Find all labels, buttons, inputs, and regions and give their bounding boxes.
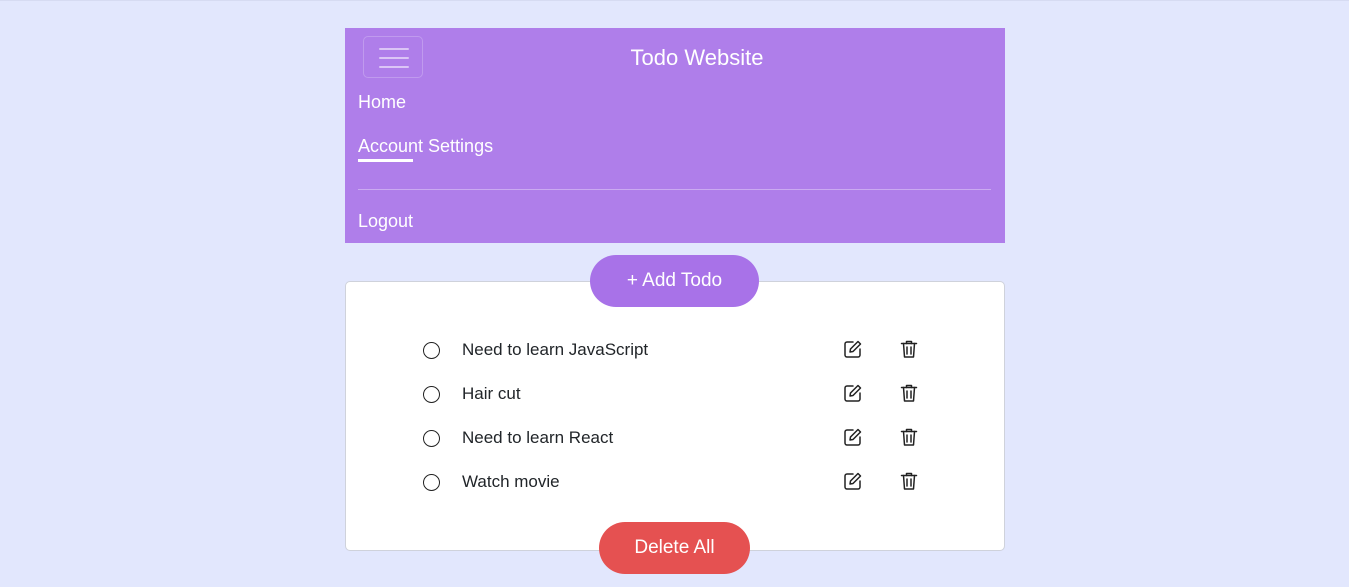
circle-icon[interactable] — [423, 386, 440, 403]
circle-icon[interactable] — [423, 474, 440, 491]
nav-divider — [358, 189, 991, 190]
nav-link-account-settings[interactable]: Account Settings — [358, 136, 493, 157]
todo-item: Need to learn React — [420, 424, 920, 454]
todo-list-card — [345, 281, 1005, 551]
todo-text: Watch movie — [462, 472, 560, 491]
circle-icon[interactable] — [423, 430, 440, 447]
trash-icon[interactable] — [899, 471, 919, 496]
edit-icon[interactable] — [843, 471, 863, 496]
active-link-underline — [358, 159, 413, 162]
nav-link-logout[interactable]: Logout — [358, 211, 413, 232]
nav-link-home[interactable]: Home — [358, 92, 406, 113]
trash-icon[interactable] — [899, 383, 919, 408]
todo-text: Need to learn JavaScript — [462, 340, 649, 359]
edit-icon[interactable] — [843, 427, 863, 452]
edit-icon[interactable] — [843, 339, 863, 364]
todo-item: Need to learn JavaScript — [420, 336, 920, 366]
todo-text: Hair cut — [462, 384, 521, 403]
brand-title[interactable]: Todo Website — [345, 45, 1049, 71]
top-divider — [0, 0, 1349, 1]
delete-all-button[interactable]: Delete All — [599, 522, 750, 574]
todo-text: Need to learn React — [462, 428, 614, 447]
circle-icon[interactable] — [423, 342, 440, 359]
navbar: Todo Website Home Account Settings Logou… — [345, 28, 1005, 243]
todo-item: Watch movie — [420, 468, 920, 498]
todo-item: Hair cut — [420, 380, 920, 410]
edit-icon[interactable] — [843, 383, 863, 408]
trash-icon[interactable] — [899, 339, 919, 364]
trash-icon[interactable] — [899, 427, 919, 452]
add-todo-button[interactable]: + Add Todo — [590, 255, 759, 307]
